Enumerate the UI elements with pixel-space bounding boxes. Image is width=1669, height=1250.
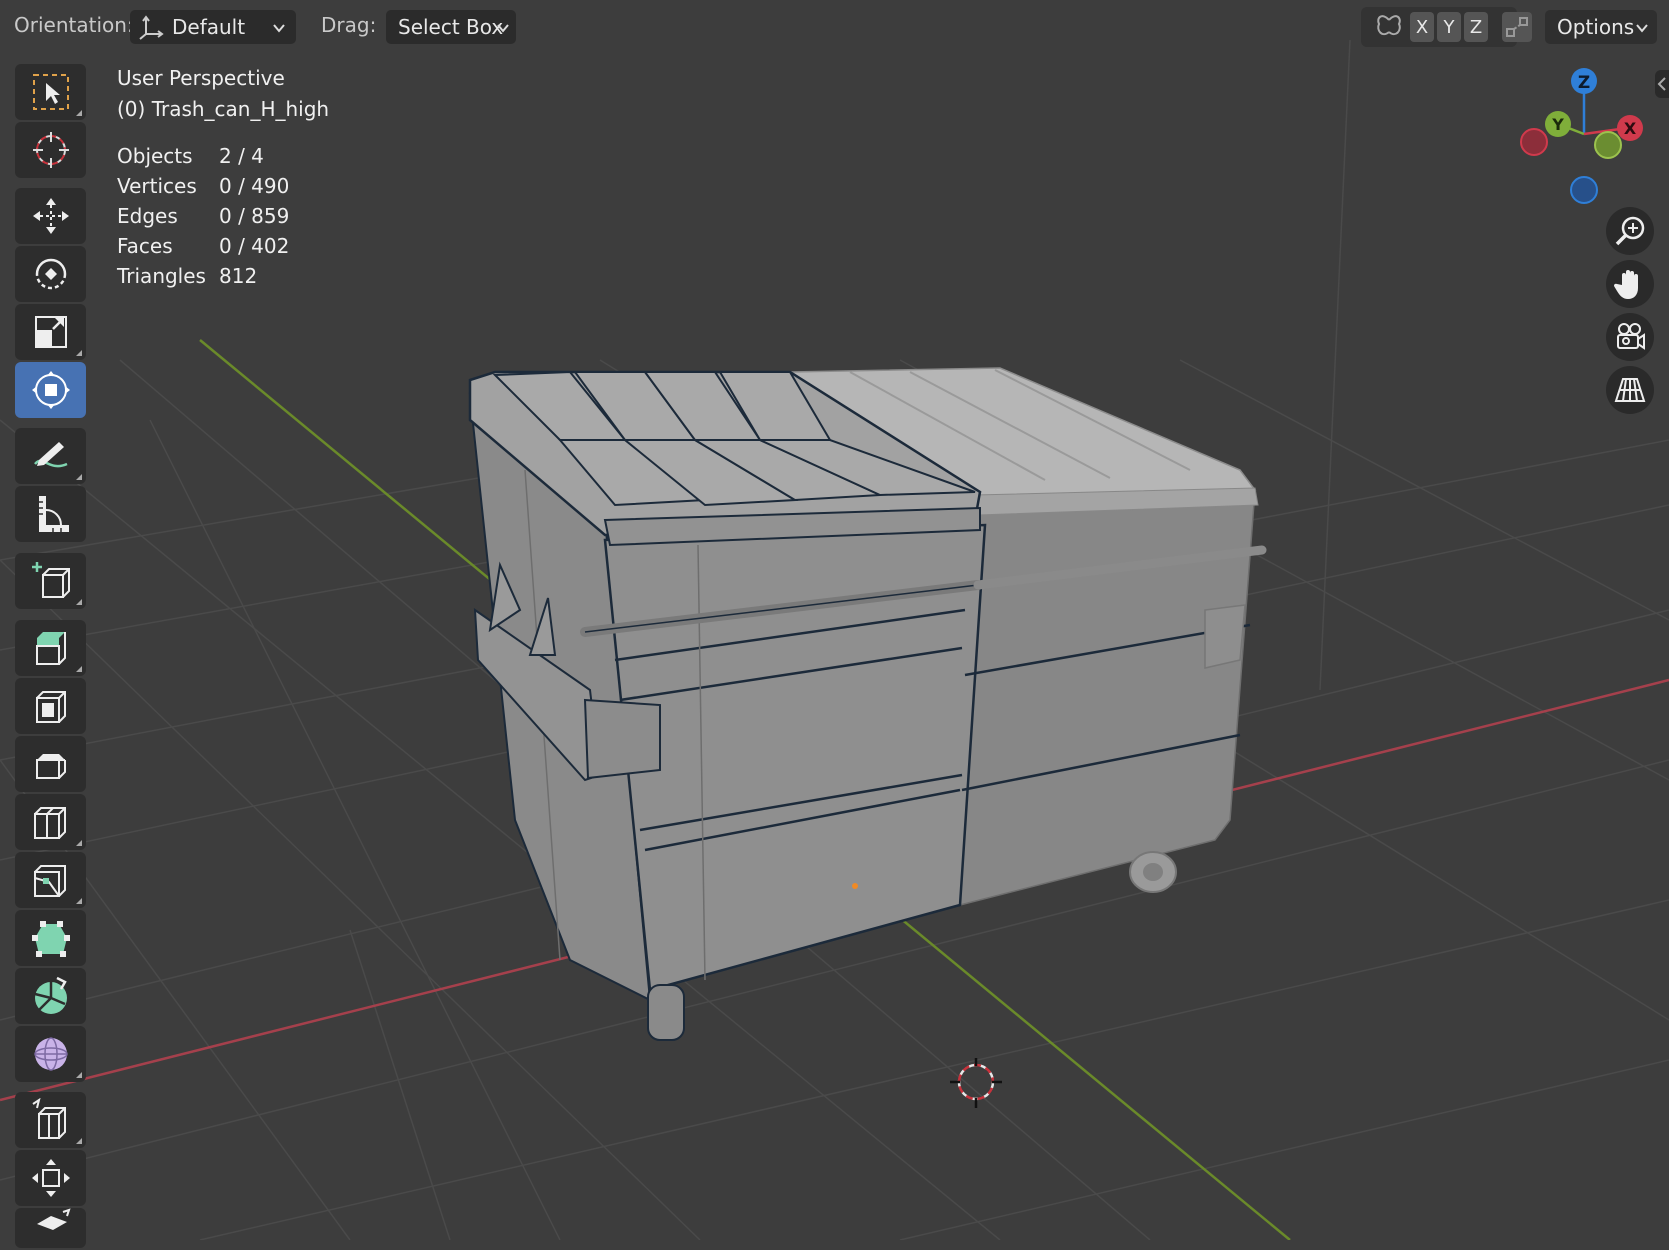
stat-label-objects: Objects: [117, 144, 193, 168]
perspective-grid-icon: [1614, 378, 1646, 402]
smooth-sphere-icon: [33, 1037, 68, 1071]
cursor-icon: [32, 132, 69, 168]
orientation-value: Default: [172, 15, 246, 39]
tool-annotate[interactable]: [15, 428, 86, 484]
mirror-y-toggle[interactable]: Y: [1437, 12, 1461, 42]
stat-label-triangles: Triangles: [117, 264, 206, 288]
tool-loop-cut[interactable]: [15, 794, 86, 850]
loop-cut-icon: [33, 807, 66, 839]
edge-slide-icon: [31, 1098, 66, 1139]
shear-icon: [36, 1208, 71, 1230]
gizmo-z-label: Z: [1578, 73, 1590, 93]
stat-value-objects: 2 / 4: [219, 144, 264, 168]
mirror-z-toggle[interactable]: Z: [1464, 12, 1488, 42]
scale-icon: [34, 316, 67, 348]
stat-value-faces: 0 / 402: [219, 234, 290, 258]
auto-merge-toggle[interactable]: [1502, 12, 1532, 42]
inset-faces-icon: [35, 691, 66, 723]
camera-view-button[interactable]: [1606, 313, 1654, 361]
measure-ruler-icon: [38, 496, 69, 532]
drag-dropdown[interactable]: Select Box: [386, 10, 516, 44]
viewport-header: Orientation: Default Drag: Select Box X …: [0, 0, 1669, 54]
select-box-icon: [32, 74, 69, 110]
drag-value: Select Box: [398, 15, 504, 39]
zoom-magnifier-icon: [1615, 216, 1645, 246]
auto-merge-icon: [1506, 17, 1528, 37]
camera-icon: [1617, 323, 1645, 350]
tool-knife[interactable]: [15, 852, 86, 908]
stat-value-triangles: 812: [219, 264, 258, 288]
active-object-name: (0) Trash_can_H_high: [117, 97, 330, 121]
extrude-icon: [35, 632, 66, 665]
tool-shrink-fatten[interactable]: [15, 1150, 86, 1206]
stat-value-edges: 0 / 859: [219, 204, 290, 228]
transform-icon: [31, 371, 70, 409]
perspective-toggle-button[interactable]: [1606, 366, 1654, 414]
navigation-gizmo[interactable]: Z Y X: [1510, 62, 1650, 212]
knife-icon: [33, 865, 66, 897]
move-icon: [32, 198, 69, 234]
chevron-left-icon: [1657, 77, 1666, 91]
bevel-icon: [35, 754, 66, 779]
orientation-dropdown[interactable]: Default: [130, 10, 296, 44]
tool-measure[interactable]: [15, 486, 86, 542]
annotate-pencil-icon: [33, 442, 68, 468]
options-label: Options: [1557, 15, 1635, 39]
tool-add-cube[interactable]: [15, 553, 86, 609]
stat-value-vertices: 0 / 490: [219, 174, 290, 198]
stat-label-faces: Faces: [117, 234, 173, 258]
drag-label: Drag:: [321, 13, 377, 37]
chevron-down-icon: [497, 24, 509, 33]
sidebar-toggle[interactable]: [1655, 70, 1669, 98]
tool-spin[interactable]: [15, 968, 86, 1024]
view-name: User Perspective: [117, 66, 285, 90]
chevron-down-icon: [273, 24, 285, 33]
hand-icon: [1613, 270, 1638, 299]
tool-move[interactable]: [15, 188, 86, 244]
gizmo-neg-y-axis[interactable]: [1594, 131, 1622, 159]
options-dropdown[interactable]: Options: [1545, 10, 1657, 44]
tool-rotate[interactable]: [15, 246, 86, 302]
rotate-icon: [35, 258, 66, 290]
add-cube-icon: [31, 562, 70, 598]
gizmo-x-label: X: [1624, 119, 1637, 138]
mirror-x-toggle[interactable]: X: [1410, 12, 1434, 42]
shrink-fatten-icon: [31, 1159, 70, 1197]
tool-edge-slide[interactable]: [15, 1092, 86, 1148]
gizmo-neg-z-axis[interactable]: [1570, 176, 1598, 204]
chevron-down-icon: [1636, 24, 1648, 33]
spin-icon: [34, 976, 67, 1014]
tool-scale[interactable]: [15, 304, 86, 360]
gizmo-neg-x-axis[interactable]: [1520, 128, 1548, 156]
stat-label-vertices: Vertices: [117, 174, 197, 198]
tool-extrude-region[interactable]: [15, 620, 86, 676]
tool-cursor[interactable]: [15, 122, 86, 178]
tool-smooth[interactable]: [15, 1026, 86, 1082]
orientation-label: Orientation:: [14, 13, 134, 37]
tool-poly-build[interactable]: [15, 910, 86, 966]
stat-label-edges: Edges: [117, 204, 178, 228]
tool-select-box[interactable]: [15, 64, 86, 120]
poly-build-icon: [31, 921, 70, 957]
tool-inset-faces[interactable]: [15, 678, 86, 734]
tool-transform[interactable]: [15, 362, 86, 418]
orientation-gizmo-icon: [139, 15, 164, 40]
tool-shear[interactable]: [15, 1208, 86, 1248]
tool-bevel[interactable]: [15, 736, 86, 792]
pan-button[interactable]: [1606, 260, 1654, 308]
gizmo-y-label: Y: [1551, 115, 1564, 134]
mirror-butterfly-icon[interactable]: [1374, 12, 1404, 42]
zoom-button[interactable]: [1606, 207, 1654, 255]
